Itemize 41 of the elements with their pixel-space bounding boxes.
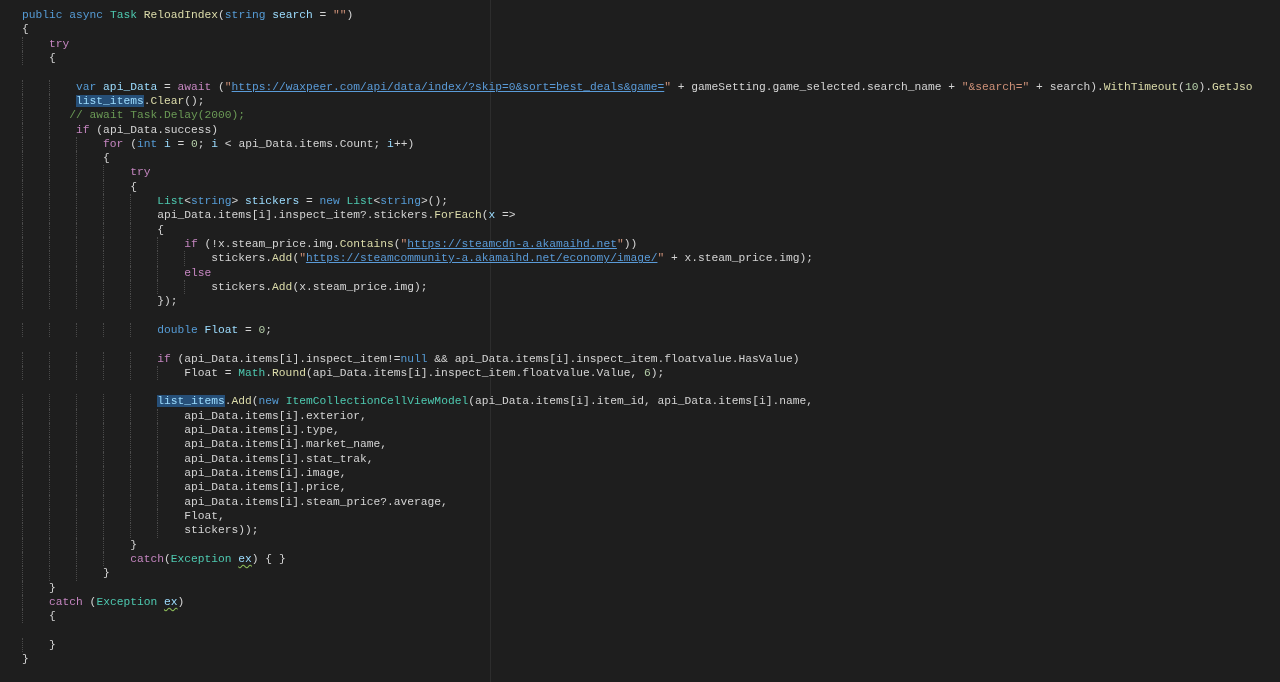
code-line: } <box>22 652 29 667</box>
code-line: { <box>22 22 29 37</box>
code-line: }); <box>157 294 178 309</box>
code-line: try <box>49 36 70 51</box>
code-line: api_Data.items[i].image, <box>184 466 347 481</box>
code-line: Float, <box>184 508 225 524</box>
code-line: public async Task ReloadIndex(string search = "") <box>22 8 354 23</box>
code-line: api_Data.items[i].stat_trak, <box>184 451 374 466</box>
code-line: stickers.Add("https://steamcommunity-a.akamaihd.net/economy/image/" + x.steam_price.img); <box>211 251 813 266</box>
code-line: if (api_Data.items[i].inspect_item!=null && api_Data.items[i].inspect_item.floatvalue.HasValue) <box>157 351 800 366</box>
code-line: } <box>49 580 56 595</box>
code-line: for (int i = 0; i < api_Data.items.Count; i++) <box>103 136 415 152</box>
code-line: { <box>49 50 56 66</box>
code-line: Float = Math.Round(api_Data.items[i].inspect_item.floatvalue.Value, 6); <box>184 365 665 381</box>
code-line: else <box>184 265 212 280</box>
code-line: { <box>49 609 56 624</box>
code-line: List<string> stickers = new List<string>(); <box>157 194 448 209</box>
code-line: stickers)); <box>184 523 259 538</box>
code-line: api_Data.items[i].exterior, <box>184 408 367 424</box>
code-line: stickers.Add(x.steam_price.img); <box>211 279 428 295</box>
code-line: api_Data.items[i].market_name, <box>184 437 387 452</box>
code-line: if (!x.steam_price.img.Contains("https://steamcdn-a.akamaihd.net")) <box>184 237 638 252</box>
code-line: // await Task.Delay(2000); <box>69 108 246 123</box>
code-line: api_Data.items[i].inspect_item?.stickers.ForEach(x => <box>157 208 516 223</box>
code-line: } <box>49 637 56 653</box>
code-line: } <box>130 537 137 552</box>
code-line: } <box>103 566 110 581</box>
code-line: api_Data.items[i].price, <box>184 480 347 495</box>
code-line: list_items.Clear(); <box>76 93 205 109</box>
code-line: var api_Data = await ("https://waxpeer.com/api/data/index/?skip=0&sort=best_deals&game=" + gameSetting.game_selected.search_name + "&search=" + search).WithTimeout(10).GetJso <box>76 79 1253 94</box>
code-line: { <box>130 179 137 195</box>
code-line: api_Data.items[i].steam_price?.average, <box>184 494 448 509</box>
code-line: { <box>103 151 110 166</box>
code-line: { <box>157 222 164 237</box>
code-line: double Float = 0; <box>157 322 273 338</box>
code-line: list_items.Add(new ItemCollectionCellViewModel(api_Data.items[i].item_id, api_Data.items[i].name, <box>157 394 813 409</box>
code-line: if (api_Data.success) <box>76 122 219 137</box>
code-line: try <box>130 165 151 180</box>
code-line: catch(Exception ex) { } <box>130 551 286 567</box>
code-line: catch (Exception ex) <box>49 594 185 610</box>
code-line: api_Data.items[i].type, <box>184 423 340 438</box>
